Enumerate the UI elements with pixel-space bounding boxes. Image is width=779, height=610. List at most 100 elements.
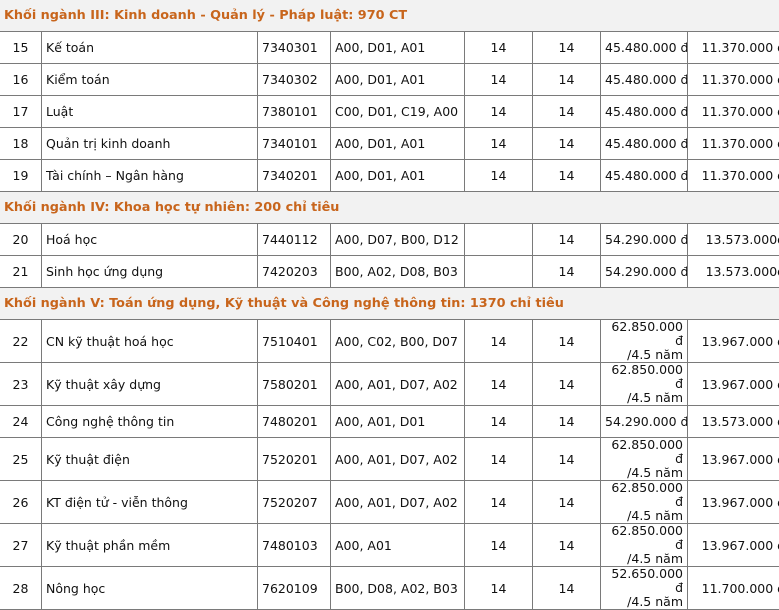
major-name: KT điện tử - viễn thông: [42, 481, 258, 524]
value-col6: 14: [533, 438, 601, 481]
subject-combinations: A00, D01, A01: [331, 64, 465, 96]
total-fee: 45.480.000 đ: [605, 40, 683, 55]
group-header-row: Khối ngành IV: Khoa học tự nhiên: 200 ch…: [0, 192, 779, 224]
table-row: 22CN kỹ thuật hoá học7510401A00, C02, B0…: [0, 320, 779, 363]
row-number: 24: [0, 406, 42, 438]
yearly-fee: 13.967.000 đ: [688, 524, 779, 567]
total-fee-cell: 54.290.000 đ: [601, 406, 688, 438]
value-col5: 14: [465, 481, 533, 524]
row-number: 21: [0, 256, 42, 288]
row-number: 23: [0, 363, 42, 406]
yearly-fee: 11.370.000 đ: [688, 96, 779, 128]
value-col5: [465, 224, 533, 256]
major-name: Kỹ thuật điện: [42, 438, 258, 481]
total-fee: 45.480.000 đ: [605, 168, 683, 183]
total-fee-cell: 62.850.000 đ/4.5 năm: [601, 363, 688, 406]
yearly-fee: 13.967.000 đ: [688, 481, 779, 524]
yearly-fee: 13.967.000 đ: [688, 320, 779, 363]
major-code: 7440112: [258, 224, 331, 256]
value-col6: 14: [533, 224, 601, 256]
table-row: 26KT điện tử - viễn thông7520207A00, A01…: [0, 481, 779, 524]
subject-combinations: B00, A02, D08, B03: [331, 256, 465, 288]
major-name: Tài chính – Ngân hàng: [42, 160, 258, 192]
major-name: Kiểm toán: [42, 64, 258, 96]
major-code: 7340201: [258, 160, 331, 192]
major-code: 7420203: [258, 256, 331, 288]
value-col6: 14: [533, 256, 601, 288]
value-col6: 14: [533, 96, 601, 128]
value-col5: 14: [465, 524, 533, 567]
total-fee-cell: 45.480.000 đ: [601, 32, 688, 64]
total-fee: 45.480.000 đ: [605, 136, 683, 151]
table-row: 21Sinh học ứng dụng7420203B00, A02, D08,…: [0, 256, 779, 288]
row-number: 26: [0, 481, 42, 524]
value-col6: 14: [533, 320, 601, 363]
total-fee-cell: 45.480.000 đ: [601, 96, 688, 128]
subject-combinations: B00, D08, A02, B03: [331, 567, 465, 610]
value-col6: 14: [533, 32, 601, 64]
total-fee: 54.290.000 đ: [605, 264, 683, 279]
major-code: 7510401: [258, 320, 331, 363]
yearly-fee: 13.573.000 đ: [688, 406, 779, 438]
subject-combinations: A00, D01, A01: [331, 160, 465, 192]
major-code: 7340301: [258, 32, 331, 64]
subject-combinations: A00, A01: [331, 524, 465, 567]
total-fee-cell: 45.480.000 đ: [601, 64, 688, 96]
table-row: 19Tài chính – Ngân hàng7340201A00, D01, …: [0, 160, 779, 192]
value-col5: 14: [465, 567, 533, 610]
row-number: 27: [0, 524, 42, 567]
major-name: Kế toán: [42, 32, 258, 64]
value-col6: 14: [533, 567, 601, 610]
group-header-row: Khối ngành III: Kinh doanh - Quản lý - P…: [0, 0, 779, 32]
major-name: CN kỹ thuật hoá học: [42, 320, 258, 363]
total-fee: 45.480.000 đ: [605, 104, 683, 119]
major-name: Nông học: [42, 567, 258, 610]
row-number: 15: [0, 32, 42, 64]
total-fee: 62.850.000 đ: [605, 363, 683, 391]
value-col5: 14: [465, 32, 533, 64]
yearly-fee: 13.573.000đ: [688, 224, 779, 256]
row-number: 19: [0, 160, 42, 192]
row-number: 18: [0, 128, 42, 160]
table-row: 15Kế toán7340301A00, D01, A01141445.480.…: [0, 32, 779, 64]
major-code: 7620109: [258, 567, 331, 610]
major-code: 7340302: [258, 64, 331, 96]
total-fee-duration: /4.5 năm: [605, 509, 683, 523]
total-fee-cell: 45.480.000 đ: [601, 160, 688, 192]
yearly-fee: 13.967.000 đ: [688, 363, 779, 406]
yearly-fee: 13.573.000đ: [688, 256, 779, 288]
total-fee-cell: 54.290.000 đ: [601, 256, 688, 288]
total-fee-duration: /4.5 năm: [605, 391, 683, 405]
total-fee-cell: 62.850.000 đ/4.5 năm: [601, 524, 688, 567]
total-fee: 52.650.000 đ: [605, 567, 683, 595]
table-row: 20Hoá học7440112A00, D07, B00, D121454.2…: [0, 224, 779, 256]
yearly-fee: 11.370.000 đ: [688, 64, 779, 96]
major-code: 7480103: [258, 524, 331, 567]
table-row: 16Kiểm toán7340302A00, D01, A01141445.48…: [0, 64, 779, 96]
yearly-fee: 13.967.000 đ: [688, 438, 779, 481]
group-title: Khối ngành IV: Khoa học tự nhiên: 200 ch…: [0, 192, 779, 224]
yearly-fee: 11.370.000 đ: [688, 160, 779, 192]
major-code: 7580201: [258, 363, 331, 406]
value-col6: 14: [533, 160, 601, 192]
table-row: 25Kỹ thuật điện7520201A00, A01, D07, A02…: [0, 438, 779, 481]
row-number: 17: [0, 96, 42, 128]
subject-combinations: A00, D01, A01: [331, 128, 465, 160]
value-col5: 14: [465, 64, 533, 96]
major-name: Kỹ thuật phần mềm: [42, 524, 258, 567]
value-col5: 14: [465, 128, 533, 160]
subject-combinations: A00, A01, D07, A02: [331, 438, 465, 481]
admission-table: Khối ngành III: Kinh doanh - Quản lý - P…: [0, 0, 779, 610]
table-row: 28Nông học7620109B00, D08, A02, B0314145…: [0, 567, 779, 610]
table-row: 27Kỹ thuật phần mềm7480103A00, A01141462…: [0, 524, 779, 567]
major-code: 7520207: [258, 481, 331, 524]
major-code: 7340101: [258, 128, 331, 160]
table-row: 18Quản trị kinh doanh7340101A00, D01, A0…: [0, 128, 779, 160]
value-col5: 14: [465, 96, 533, 128]
table-row: 24Công nghệ thông tin7480201A00, A01, D0…: [0, 406, 779, 438]
total-fee-cell: 45.480.000 đ: [601, 128, 688, 160]
value-col5: 14: [465, 406, 533, 438]
major-name: Luật: [42, 96, 258, 128]
subject-combinations: A00, A01, D01: [331, 406, 465, 438]
group-title: Khối ngành III: Kinh doanh - Quản lý - P…: [0, 0, 779, 32]
